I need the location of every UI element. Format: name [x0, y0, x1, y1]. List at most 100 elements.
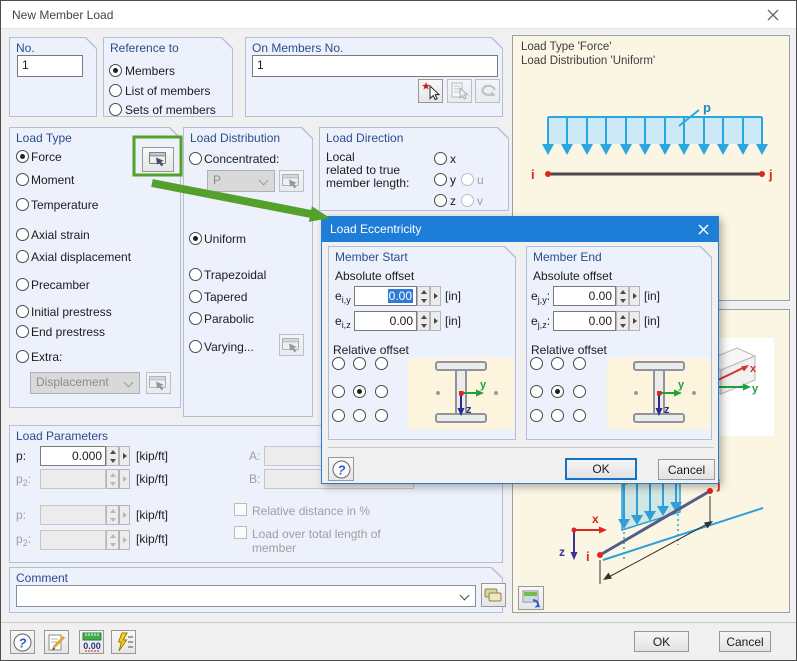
end-offset-top-left[interactable] — [530, 357, 543, 370]
p2-spinner[interactable] — [106, 469, 119, 489]
radio-axial-displacement-label[interactable]: Axial displacement — [31, 250, 131, 264]
radio-direction-v[interactable] — [461, 194, 474, 207]
radio-tapered-label[interactable]: Tapered — [204, 290, 247, 304]
p1-spinner[interactable] — [106, 446, 119, 466]
start-offset-top-left[interactable] — [332, 357, 345, 370]
p3-input[interactable] — [40, 505, 106, 525]
quick-input-button[interactable] — [111, 630, 136, 654]
total-length-checkbox[interactable] — [234, 526, 247, 539]
ejy-input[interactable]: 0.00 — [553, 286, 616, 306]
eiz-spinner[interactable] — [417, 311, 430, 331]
radio-concentrated[interactable] — [189, 152, 202, 165]
radio-parabolic[interactable] — [189, 312, 202, 325]
radio-end-prestress[interactable] — [16, 325, 29, 338]
radio-direction-y[interactable] — [434, 173, 447, 186]
eiy-input[interactable]: 0.00 — [354, 286, 417, 306]
relative-distance-checkbox[interactable] — [234, 503, 247, 516]
radio-tapered[interactable] — [189, 290, 202, 303]
radio-sets-of-members[interactable] — [109, 103, 122, 116]
start-offset-top-right[interactable] — [375, 357, 388, 370]
start-offset-mid-right[interactable] — [375, 385, 388, 398]
radio-end-prestress-label[interactable]: End prestress — [31, 325, 105, 339]
eccentricity-button[interactable] — [142, 147, 174, 172]
radio-trapezoidal[interactable] — [189, 268, 202, 281]
p1-detail-button[interactable] — [119, 446, 130, 466]
ejz-input[interactable]: 0.00 — [553, 311, 616, 331]
load-number-input[interactable]: 1 — [17, 55, 83, 77]
radio-direction-x-label[interactable]: x — [450, 152, 456, 166]
radio-direction-x[interactable] — [434, 152, 447, 165]
radio-axial-strain-label[interactable]: Axial strain — [31, 228, 90, 242]
eiy-detail-button[interactable] — [430, 286, 441, 306]
p3-spinner[interactable] — [106, 505, 119, 525]
eccentricity-ok-button[interactable]: OK — [565, 458, 637, 480]
end-offset-bottom-center[interactable] — [551, 409, 564, 422]
eccentricity-close-button[interactable] — [688, 217, 718, 242]
end-offset-top-right[interactable] — [573, 357, 586, 370]
p4-input[interactable] — [40, 530, 106, 550]
radio-direction-y-label[interactable]: y — [450, 173, 456, 187]
end-offset-top-center[interactable] — [551, 357, 564, 370]
revert-button[interactable] — [475, 79, 500, 103]
start-offset-bottom-center[interactable] — [353, 409, 366, 422]
end-offset-mid-left[interactable] — [530, 385, 543, 398]
radio-uniform[interactable] — [189, 232, 202, 245]
end-offset-bottom-right[interactable] — [573, 409, 586, 422]
radio-initial-prestress-label[interactable]: Initial prestress — [31, 305, 112, 319]
radio-precamber-label[interactable]: Precamber — [31, 278, 90, 292]
ejz-spinner[interactable] — [616, 311, 629, 331]
pick-from-list-button[interactable] — [447, 79, 472, 103]
radio-parabolic-label[interactable]: Parabolic — [204, 312, 254, 326]
radio-sets-of-members-label[interactable]: Sets of members — [125, 103, 216, 117]
p2-detail-button[interactable] — [119, 469, 130, 489]
help-button[interactable]: ? — [10, 630, 35, 654]
radio-axial-displacement[interactable] — [16, 250, 29, 263]
comment-combobox[interactable] — [16, 585, 476, 607]
radio-members-label[interactable]: Members — [125, 64, 175, 78]
close-button[interactable] — [758, 4, 788, 26]
concentrated-dropdown[interactable]: P — [207, 170, 275, 192]
radio-uniform-label[interactable]: Uniform — [204, 232, 246, 246]
radio-members[interactable] — [109, 64, 122, 77]
end-offset-bottom-left[interactable] — [530, 409, 543, 422]
comment-apply-button[interactable] — [481, 583, 506, 607]
radio-initial-prestress[interactable] — [16, 305, 29, 318]
pick-members-button[interactable] — [418, 79, 443, 103]
edit-comment-button[interactable] — [44, 630, 69, 654]
p4-detail-button[interactable] — [119, 530, 130, 550]
start-offset-bottom-left[interactable] — [332, 409, 345, 422]
radio-concentrated-label[interactable]: Concentrated: — [204, 152, 279, 166]
concentrated-edit-button[interactable] — [279, 170, 304, 192]
extra-edit-button[interactable] — [146, 372, 171, 394]
radio-extra[interactable] — [16, 350, 29, 363]
varying-edit-button[interactable] — [279, 334, 304, 356]
radio-extra-label[interactable]: Extra: — [31, 350, 62, 364]
radio-direction-z[interactable] — [434, 194, 447, 207]
end-offset-center[interactable] — [551, 385, 564, 398]
radio-varying-label[interactable]: Varying... — [204, 340, 254, 354]
radio-temperature[interactable] — [16, 198, 29, 211]
eccentricity-help-button[interactable]: ? — [328, 457, 354, 481]
radio-force[interactable] — [16, 150, 29, 163]
radio-precamber[interactable] — [16, 278, 29, 291]
p1-input[interactable]: 0.000 — [40, 446, 106, 466]
extra-type-dropdown[interactable]: Displacement — [30, 372, 140, 394]
p4-spinner[interactable] — [106, 530, 119, 550]
radio-direction-u[interactable] — [461, 173, 474, 186]
on-members-input[interactable]: 1 — [252, 55, 498, 77]
end-offset-mid-right[interactable] — [573, 385, 586, 398]
start-offset-top-center[interactable] — [353, 357, 366, 370]
radio-trapezoidal-label[interactable]: Trapezoidal — [204, 268, 266, 282]
eiy-spinner[interactable] — [417, 286, 430, 306]
ejy-spinner[interactable] — [616, 286, 629, 306]
units-settings-button[interactable]: 0.00 — [79, 630, 104, 654]
eiz-detail-button[interactable] — [430, 311, 441, 331]
eccentricity-cancel-button[interactable]: Cancel — [658, 459, 715, 480]
start-offset-center[interactable] — [353, 385, 366, 398]
cancel-button[interactable]: Cancel — [719, 631, 771, 652]
eiz-input[interactable]: 0.00 — [354, 311, 417, 331]
radio-temperature-label[interactable]: Temperature — [31, 198, 98, 212]
apply-to-graphic-button[interactable] — [518, 586, 544, 610]
radio-list-of-members[interactable] — [109, 84, 122, 97]
radio-list-of-members-label[interactable]: List of members — [125, 84, 210, 98]
